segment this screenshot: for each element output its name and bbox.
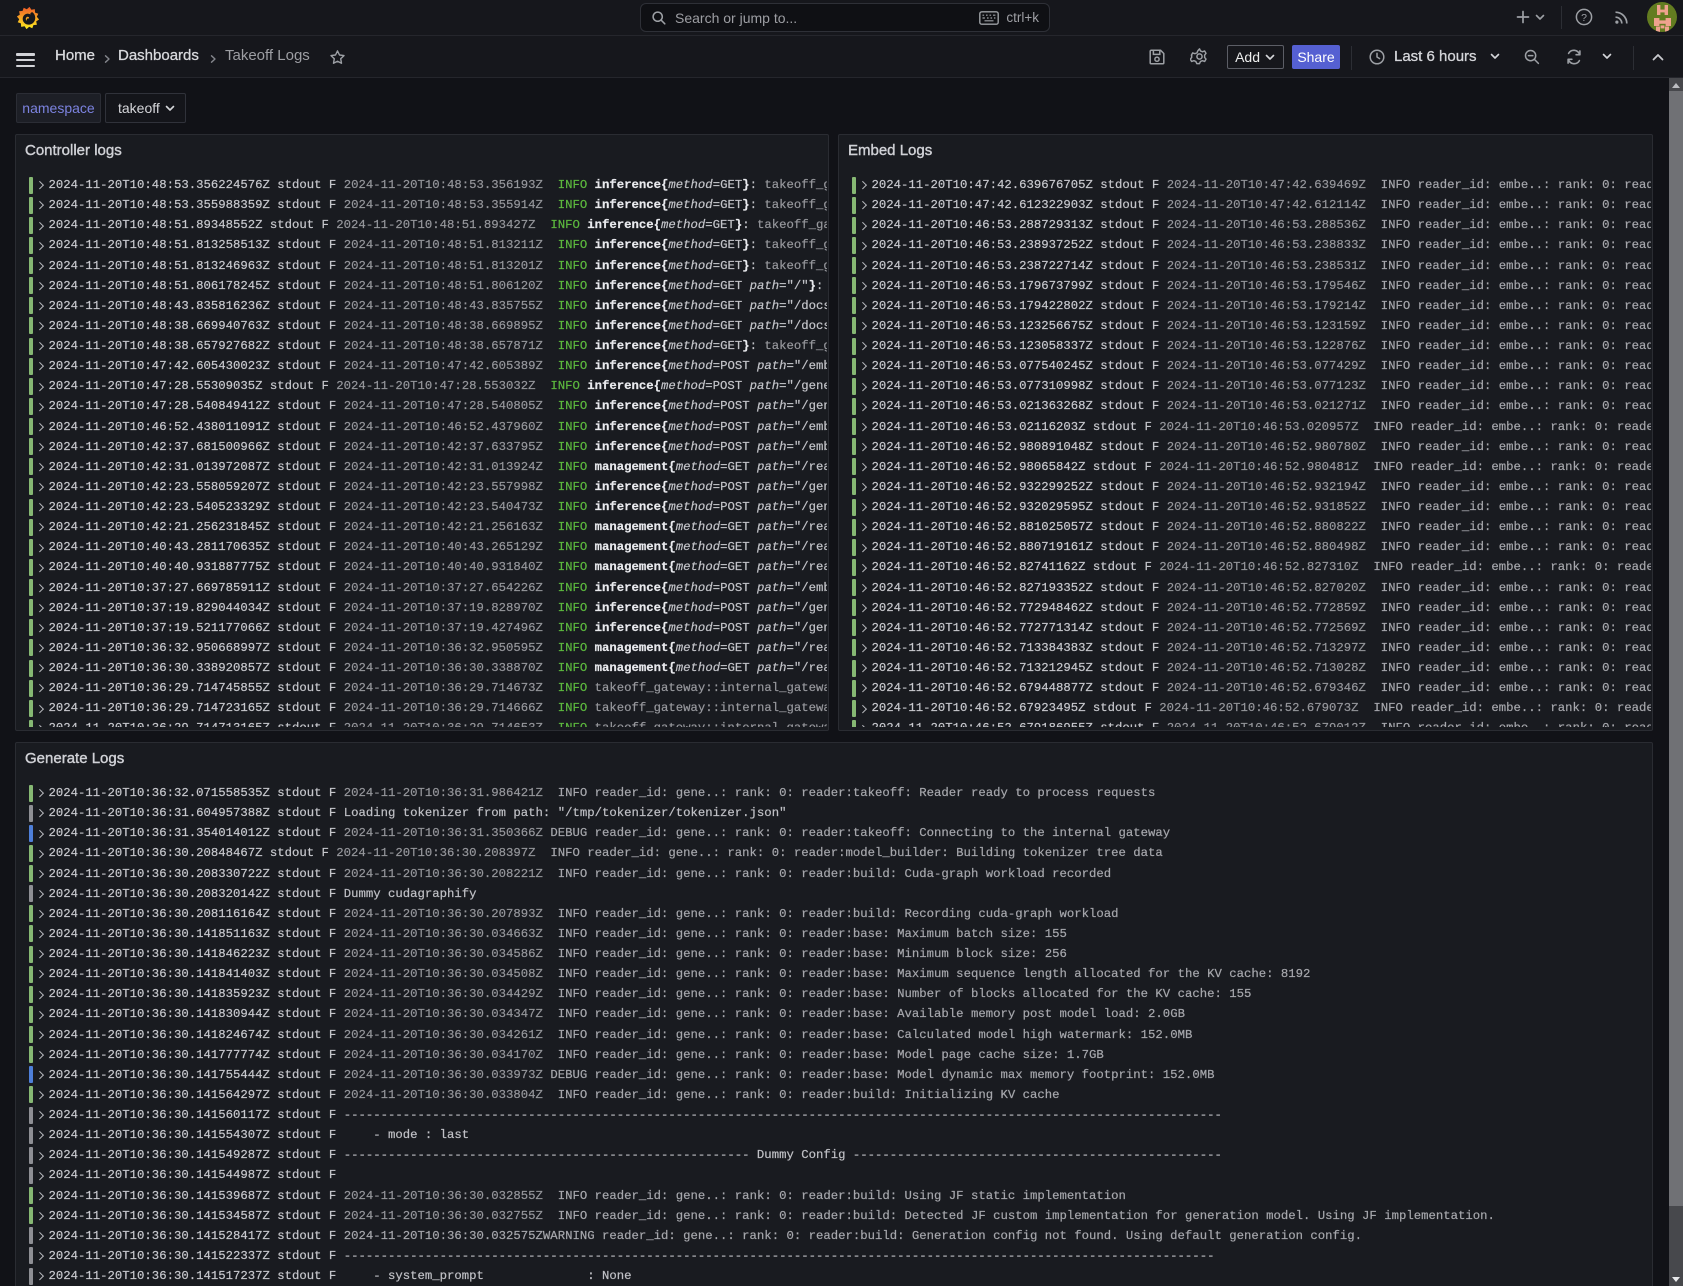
svg-text:?: ?	[1581, 12, 1587, 24]
